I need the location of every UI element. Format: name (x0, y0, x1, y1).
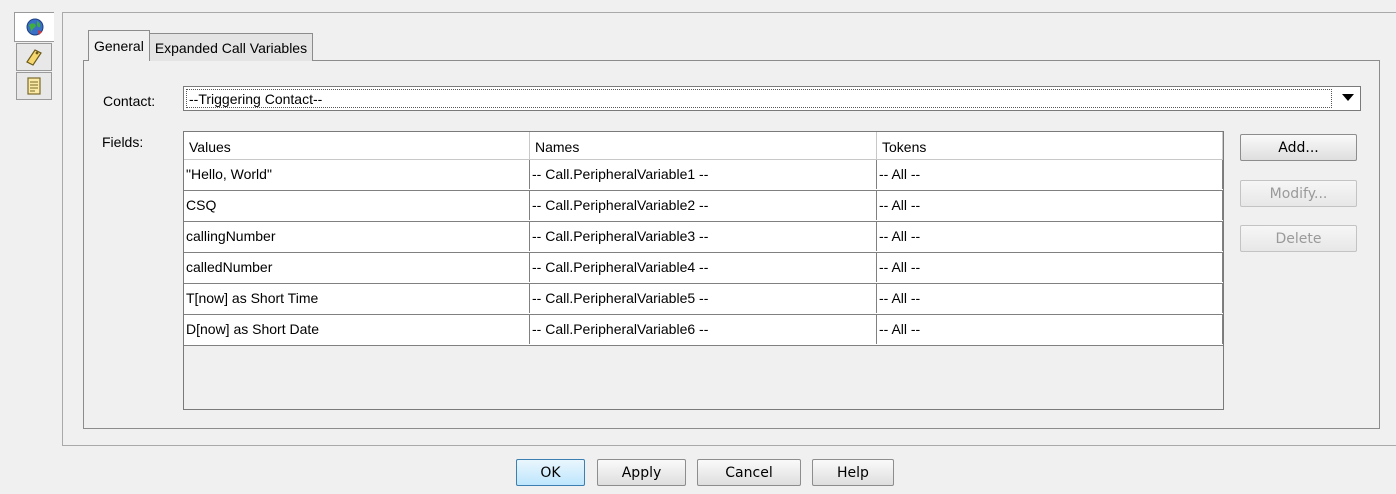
cell-name: -- Call.PeripheralVariable6 -- (530, 315, 877, 344)
cell-name: -- Call.PeripheralVariable5 -- (530, 284, 877, 313)
side-tab-notes[interactable] (16, 72, 52, 100)
table-row[interactable]: CSQ -- Call.PeripheralVariable2 -- -- Al… (184, 191, 1223, 222)
tab-bar: General Expanded Call Variables (88, 30, 314, 61)
modify-button[interactable]: Modify... (1240, 180, 1357, 207)
globe-icon (26, 18, 43, 36)
fields-table[interactable]: Values Names Tokens "Hello, World" -- Ca… (183, 131, 1224, 410)
cell-value: calledNumber (184, 253, 530, 282)
notes-icon (27, 77, 41, 95)
add-button[interactable]: Add... (1240, 134, 1357, 161)
cell-name: -- Call.PeripheralVariable4 -- (530, 253, 877, 282)
cell-value: T[now] as Short Time (184, 284, 530, 313)
ok-button[interactable]: OK (516, 459, 585, 486)
tab-general[interactable]: General (88, 30, 150, 61)
tag-icon (26, 49, 42, 66)
cell-token: -- All -- (877, 160, 1223, 189)
table-row[interactable]: callingNumber -- Call.PeripheralVariable… (184, 222, 1223, 253)
column-header-values[interactable]: Values (184, 132, 530, 159)
column-header-names[interactable]: Names (530, 132, 877, 159)
table-body: "Hello, World" -- Call.PeripheralVariabl… (184, 160, 1223, 346)
table-row[interactable]: D[now] as Short Date -- Call.PeripheralV… (184, 315, 1223, 346)
delete-button[interactable]: Delete (1240, 225, 1357, 252)
help-button[interactable]: Help (812, 459, 894, 486)
cell-token: -- All -- (877, 191, 1223, 220)
contact-select[interactable]: --Triggering Contact-- (183, 86, 1361, 111)
side-tab-general[interactable] (14, 12, 54, 42)
cell-name: -- Call.PeripheralVariable3 -- (530, 222, 877, 251)
cell-name: -- Call.PeripheralVariable1 -- (530, 160, 877, 189)
cell-name: -- Call.PeripheralVariable2 -- (530, 191, 877, 220)
cell-token: -- All -- (877, 315, 1223, 344)
contact-label: Contact: (103, 93, 156, 109)
table-row[interactable]: calledNumber -- Call.PeripheralVariable4… (184, 253, 1223, 284)
side-tab-tags[interactable] (16, 43, 52, 71)
cell-value: callingNumber (184, 222, 530, 251)
cell-value: D[now] as Short Date (184, 315, 530, 344)
cell-token: -- All -- (877, 222, 1223, 251)
column-header-tokens[interactable]: Tokens (877, 132, 1223, 159)
table-row[interactable]: "Hello, World" -- Call.PeripheralVariabl… (184, 160, 1223, 191)
fields-label: Fields: (102, 134, 144, 150)
cell-value: CSQ (184, 191, 530, 220)
cell-token: -- All -- (877, 253, 1223, 282)
tab-expanded-call-variables[interactable]: Expanded Call Variables (148, 33, 314, 61)
chevron-down-icon[interactable] (1342, 94, 1354, 101)
table-header: Values Names Tokens (184, 132, 1223, 160)
table-row[interactable]: T[now] as Short Time -- Call.PeripheralV… (184, 284, 1223, 315)
cell-value: "Hello, World" (184, 160, 530, 189)
cell-token: -- All -- (877, 284, 1223, 313)
side-tab-strip (14, 12, 54, 101)
apply-button[interactable]: Apply (597, 459, 686, 486)
contact-select-value: --Triggering Contact-- (186, 89, 1332, 108)
cancel-button[interactable]: Cancel (697, 459, 801, 486)
